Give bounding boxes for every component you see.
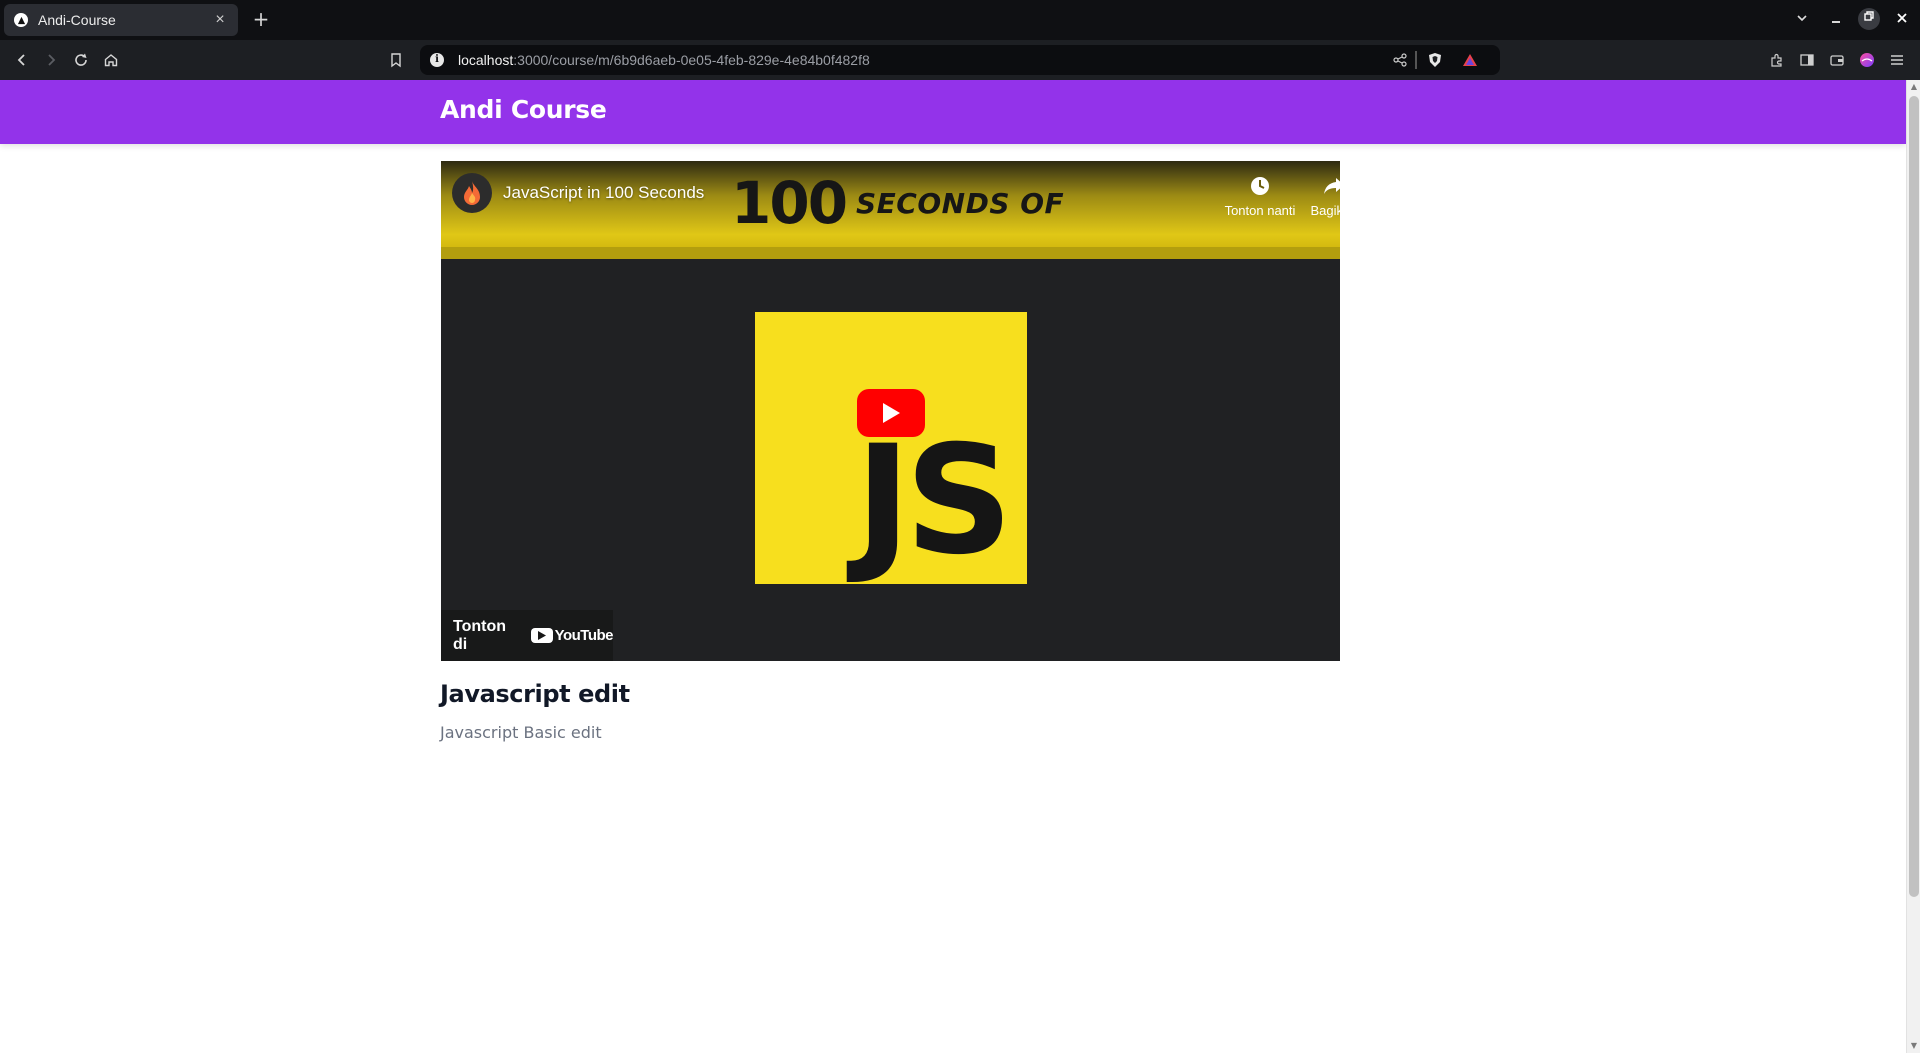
watch-on-youtube-button[interactable]: Tonton di YouTube xyxy=(441,610,614,661)
page-viewport: Andi Course JavaScript in 100 Seconds 10… xyxy=(0,80,1906,1053)
forward-icon[interactable] xyxy=(40,49,62,71)
back-icon[interactable] xyxy=(11,49,33,71)
browser-tab[interactable]: Andi-Course × xyxy=(4,4,238,36)
menu-icon[interactable] xyxy=(1887,50,1907,70)
watch-on-label: Tonton di xyxy=(453,617,507,653)
bookmark-icon[interactable] xyxy=(385,49,407,71)
play-button-icon[interactable] xyxy=(857,389,925,437)
scroll-down-icon[interactable]: ▼ xyxy=(1907,1039,1920,1053)
home-icon[interactable] xyxy=(100,49,122,71)
youtube-embed[interactable]: JavaScript in 100 Seconds 100 SECONDS OF… xyxy=(441,161,1340,661)
page-scrollbar[interactable]: ▲ ▼ xyxy=(1906,80,1920,1053)
profile-avatar-icon[interactable] xyxy=(1857,50,1877,70)
browser-toolbar: i localhost :3000/course/m/6b9d6aeb-0e05… xyxy=(0,40,1920,80)
url-divider xyxy=(1415,51,1417,69)
brand-title[interactable]: Andi Course xyxy=(440,95,607,124)
share-page-icon[interactable] xyxy=(1390,51,1410,69)
video-thumbnail-top: JavaScript in 100 Seconds 100 SECONDS OF… xyxy=(441,161,1340,259)
brave-shields-icon[interactable] xyxy=(1425,51,1445,69)
extensions-icon[interactable] xyxy=(1767,50,1787,70)
share-arrow-icon xyxy=(1289,173,1340,199)
url-host: localhost xyxy=(458,52,514,68)
thumbnail-number: 100 xyxy=(731,169,848,237)
javascript-logo: JS xyxy=(755,312,1027,584)
site-favicon-icon xyxy=(14,13,28,27)
sidebar-toggle-icon[interactable] xyxy=(1797,50,1817,70)
youtube-play-icon xyxy=(530,628,553,643)
new-tab-button[interactable]: + xyxy=(250,8,272,30)
module-description: Javascript Basic edit xyxy=(440,723,602,742)
url-path: :3000/course/m/6b9d6aeb-0e05-4feb-829e-4… xyxy=(513,52,870,68)
youtube-wordmark: YouTube xyxy=(554,627,614,644)
minimize-window-icon[interactable] xyxy=(1826,10,1846,30)
youtube-logo: YouTube xyxy=(530,627,614,644)
tab-list-chevron-icon[interactable] xyxy=(1792,10,1812,30)
share-button[interactable]: Bagikan xyxy=(1289,173,1340,218)
share-label: Bagikan xyxy=(1310,203,1341,218)
wallet-icon[interactable] xyxy=(1827,50,1847,70)
js-logo-text: JS xyxy=(855,414,1013,588)
brave-rewards-icon[interactable] xyxy=(1460,51,1480,69)
site-info-icon[interactable]: i xyxy=(430,53,444,67)
app-header: Andi Course xyxy=(0,80,1906,144)
thumbnail-text: SECONDS OF xyxy=(856,187,1065,220)
reload-icon[interactable] xyxy=(70,49,92,71)
video-title[interactable]: JavaScript in 100 Seconds xyxy=(503,183,704,203)
address-bar[interactable]: i localhost :3000/course/m/6b9d6aeb-0e05… xyxy=(420,45,1500,75)
scrollbar-thumb[interactable] xyxy=(1909,96,1919,897)
channel-logo-icon[interactable] xyxy=(452,173,492,213)
module-title: Javascript edit xyxy=(440,680,630,708)
restore-window-icon[interactable] xyxy=(1858,8,1880,30)
tab-close-icon[interactable]: × xyxy=(212,12,228,28)
thumbnail-band xyxy=(441,247,1340,259)
scroll-up-icon[interactable]: ▲ xyxy=(1907,80,1920,94)
close-window-icon[interactable] xyxy=(1892,10,1912,30)
tab-title: Andi-Course xyxy=(38,12,116,28)
browser-tab-strip: Andi-Course × + xyxy=(0,0,1920,40)
